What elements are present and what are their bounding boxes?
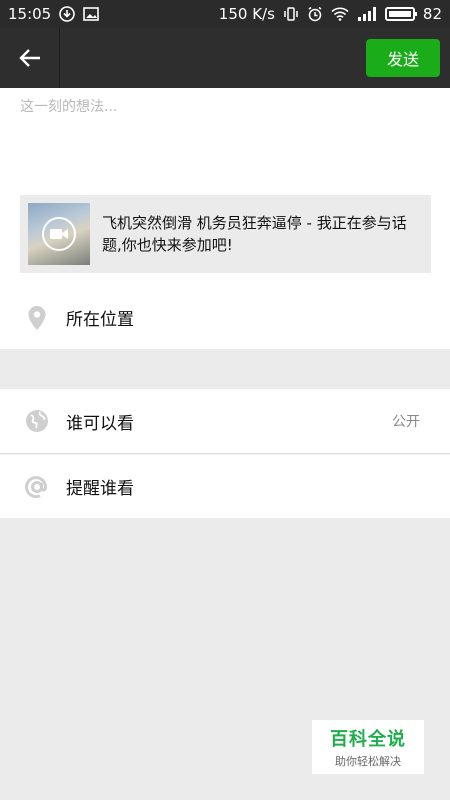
back-arrow-icon [18,49,40,67]
visibility-value: 公开 [392,414,420,430]
network-speed: 150 K/s [218,5,275,23]
watermark-subtitle: 助你轻松解决 [335,755,401,768]
visibility-label: 谁可以看 [66,413,134,434]
signal-icon [357,7,377,21]
visibility-row[interactable]: 谁可以看 公开 [0,389,450,454]
shared-video-card[interactable]: 飞机突然倒滑 机务员狂奔逼停 - 我正在参与话题,你也快来参加吧! [20,195,431,273]
clock: 15:05 [8,5,52,23]
watermark-title: 百科全说 [330,729,406,750]
image-icon [83,7,100,21]
vibrate-icon [283,6,299,22]
compose-area: 这一刻的想法... 飞机突然倒滑 机务员狂奔逼停 - 我正在参与话题,你也快来参… [0,88,450,286]
location-label: 所在位置 [66,310,134,330]
send-button[interactable]: 发送 [366,39,440,77]
battery-icon [384,7,417,21]
remind-label: 提醒谁看 [66,479,134,499]
shared-topic-text: 飞机突然倒滑 机务员狂奔逼停 - 我正在参与话题,你也快来参加吧! [102,214,407,254]
globe-icon [24,408,50,434]
wifi-icon [331,7,349,21]
status-right: 150 K/s 82 [219,5,442,23]
thought-input[interactable]: 这一刻的想法... [20,96,117,116]
location-row[interactable]: 所在位置 [0,286,450,349]
at-sign-icon [24,474,50,500]
watermark-logo: 百科全说 助你轻松解决 [312,720,424,774]
battery-level: 82 [422,5,442,23]
nav-bar: 发送 [0,28,450,88]
status-bar: 15:05 150 K/s 82 [0,0,450,28]
download-icon [59,6,76,22]
status-left: 15:05 [8,5,100,23]
remind-row[interactable]: 提醒谁看 [0,455,450,518]
back-button[interactable] [0,28,60,88]
video-camera-icon [42,217,76,251]
location-pin-icon [24,305,50,331]
video-thumbnail [28,203,90,265]
alarm-icon [307,6,323,22]
